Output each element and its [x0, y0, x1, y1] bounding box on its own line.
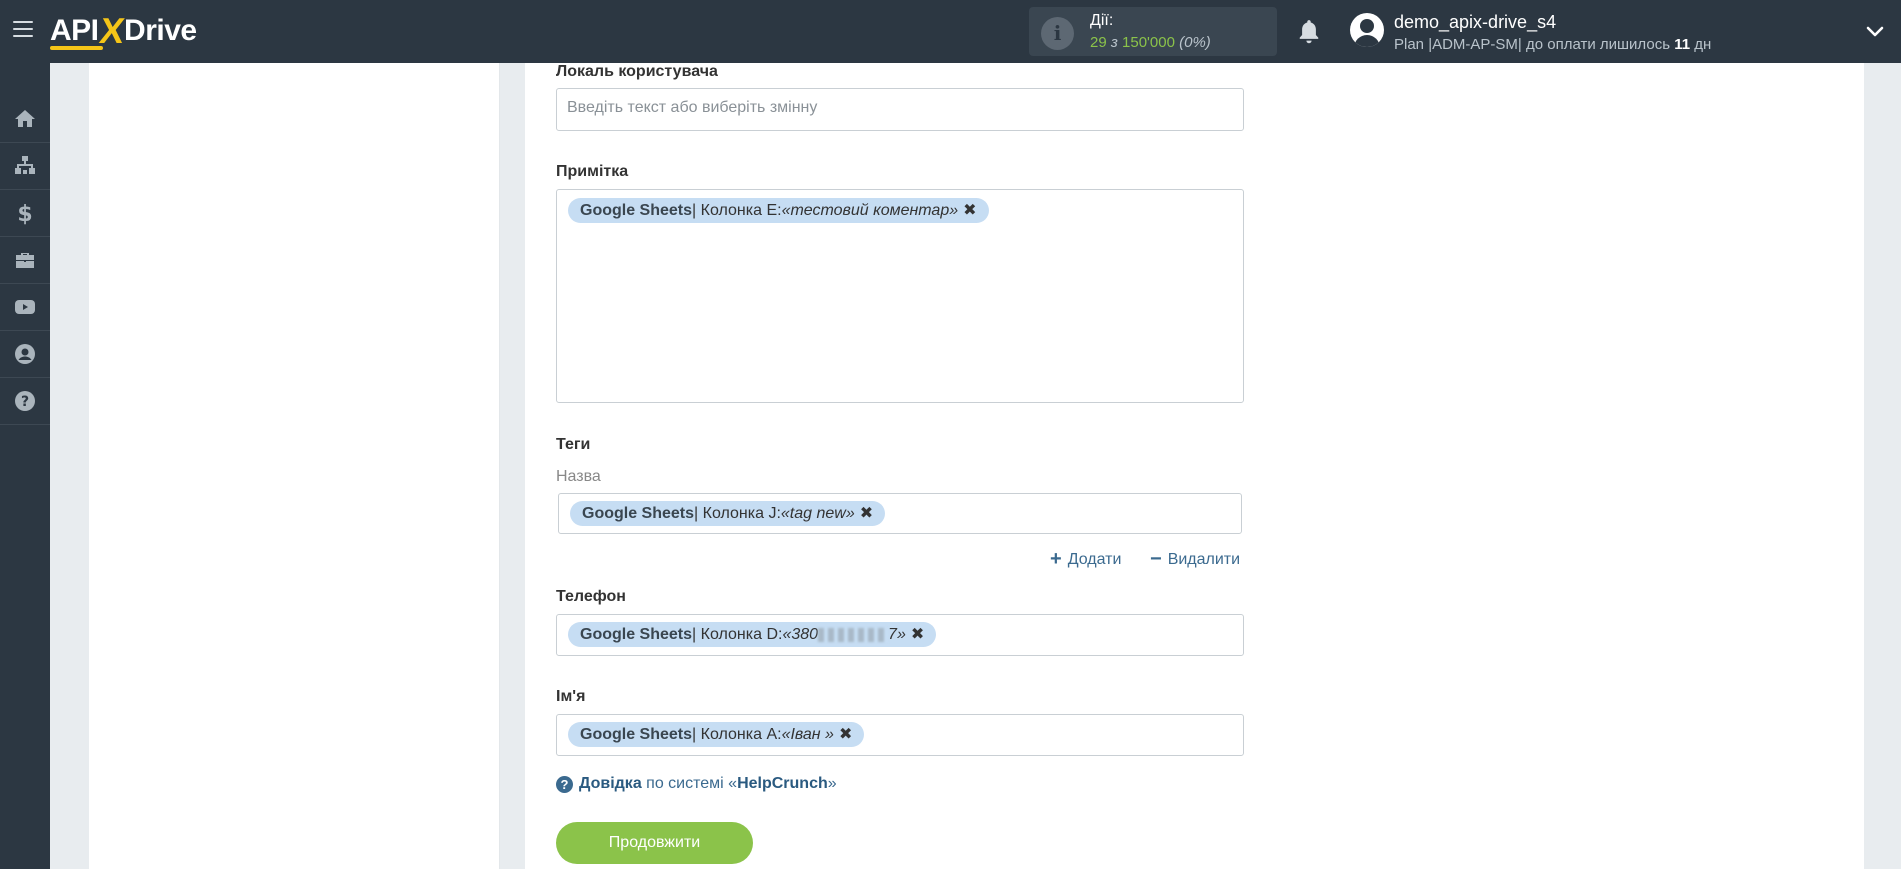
sidebar: $ ?	[0, 63, 50, 869]
remove-tag-icon[interactable]: ✖	[911, 622, 924, 647]
user-name[interactable]: demo_apix-drive_s4	[1394, 12, 1556, 33]
sidebar-item-connections[interactable]	[0, 143, 50, 190]
phone-variable-tag[interactable]: Google Sheets | Колонка D: «380 7» ✖	[568, 622, 937, 647]
tags-variable-tag[interactable]: Google Sheets | Колонка J: «tag new» ✖	[570, 501, 886, 526]
avatar-icon[interactable]	[1350, 13, 1384, 47]
remove-tag-icon[interactable]: ✖	[860, 501, 873, 526]
phone-label: Телефон	[556, 588, 626, 605]
dollar-icon: $	[17, 202, 32, 225]
briefcase-icon	[16, 253, 34, 268]
info-icon: i	[1041, 17, 1074, 50]
plus-icon: +	[1050, 548, 1062, 570]
note-variable-tag[interactable]: Google Sheets | Колонка E: «тестовий ком…	[568, 198, 989, 223]
blurred-phone	[818, 627, 889, 642]
remove-tag-icon[interactable]: ✖	[963, 198, 976, 223]
question-icon: ?	[556, 775, 573, 793]
note-label: Примітка	[556, 163, 629, 180]
logo-api: API	[50, 14, 102, 50]
logo-drive: Drive	[124, 14, 197, 47]
apix-drive-logo[interactable]: API X Drive	[50, 10, 197, 51]
panel-gap	[500, 63, 525, 869]
name-input[interactable]: Google Sheets | Колонка A: «Іван » ✖	[556, 714, 1244, 756]
tags-label: Теги	[556, 436, 591, 453]
help-link[interactable]: ? Довідка по системі «HelpCrunch»	[556, 775, 837, 793]
user-plan: Plan |ADM-AP-SM| до оплати лишилось 11 д…	[1394, 36, 1712, 53]
youtube-icon	[15, 300, 35, 314]
account-icon	[15, 344, 35, 364]
help-icon: ?	[15, 391, 35, 411]
name-variable-tag[interactable]: Google Sheets | Колонка A: «Іван » ✖	[568, 722, 865, 747]
bell-icon[interactable]	[1296, 18, 1322, 46]
sidebar-item-videos[interactable]	[0, 284, 50, 331]
tags-name-label: Назва	[556, 468, 601, 485]
logo-x: X	[96, 10, 126, 51]
sidebar-item-billing[interactable]: $	[0, 190, 50, 237]
add-tag-button[interactable]: + Додати	[1050, 548, 1121, 571]
actions-count: 29 з 150'000 (0%)	[1090, 34, 1211, 51]
menu-icon[interactable]	[13, 21, 33, 37]
top-bar: API X Drive i Дії: 29 з 150'000 (0%) demo_…	[0, 0, 1901, 63]
sitemap-icon	[15, 156, 35, 174]
tags-name-input[interactable]: Google Sheets | Колонка J: «tag new» ✖	[558, 493, 1242, 534]
home-icon	[15, 110, 35, 127]
sidebar-item-account[interactable]	[0, 331, 50, 378]
continue-button[interactable]: Продовжити	[556, 822, 753, 864]
svg-text:?: ?	[21, 394, 29, 410]
remove-tag-button[interactable]: − Видалити	[1150, 548, 1240, 571]
minus-icon: −	[1150, 548, 1162, 570]
locale-placeholder: Введіть текст або виберіть змінну	[567, 99, 818, 116]
sidebar-item-projects[interactable]	[0, 237, 50, 284]
note-textarea[interactable]: Google Sheets | Колонка E: «тестовий ком…	[556, 189, 1244, 403]
actions-counter[interactable]: i Дії: 29 з 150'000 (0%)	[1029, 7, 1277, 56]
actions-label: Дії:	[1090, 12, 1114, 29]
locale-label: Локаль користувача	[556, 63, 718, 80]
left-panel	[89, 63, 500, 869]
locale-input[interactable]: Введіть текст або виберіть змінну	[556, 88, 1244, 131]
name-label: Ім'я	[556, 688, 586, 705]
sidebar-item-home[interactable]	[0, 96, 50, 143]
svg-text:$: $	[17, 202, 32, 225]
phone-input[interactable]: Google Sheets | Колонка D: «380 7» ✖	[556, 614, 1244, 656]
chevron-down-icon[interactable]	[1866, 22, 1884, 40]
remove-tag-icon[interactable]: ✖	[839, 722, 852, 747]
sidebar-item-help[interactable]: ?	[0, 378, 50, 425]
